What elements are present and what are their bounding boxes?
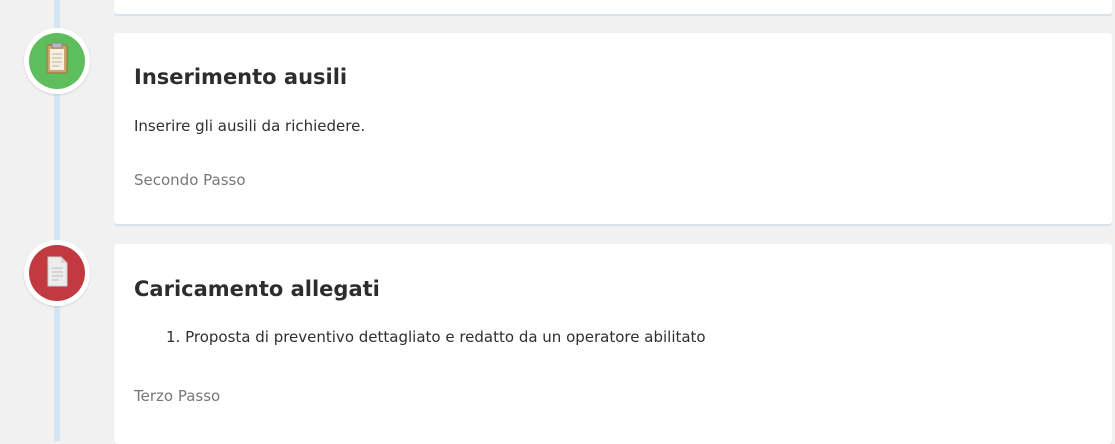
step-marker-2 [24,240,90,306]
list-item: 1. Proposta di preventivo dettagliato e … [166,328,706,346]
timeline: Inserimento ausili Inserire gli ausili d… [0,0,1115,444]
document-icon [47,256,68,287]
step-card-caricamento-allegati: Caricamento allegati 1. Proposta di prev… [114,244,1112,444]
step-marker-1 [24,28,90,94]
step-title: Caricamento allegati [134,277,380,301]
step-description: Inserire gli ausili da richiedere. [134,117,366,135]
step-title: Inserimento ausili [134,65,348,89]
attachments-list: 1. Proposta di preventivo dettagliato e … [166,328,706,346]
step-label: Secondo Passo [134,171,246,189]
step-card-inserimento-ausili: Inserimento ausili Inserire gli ausili d… [114,33,1112,224]
clipboard-icon [46,42,68,74]
step-label: Terzo Passo [134,387,221,405]
previous-step-card [114,0,1112,14]
